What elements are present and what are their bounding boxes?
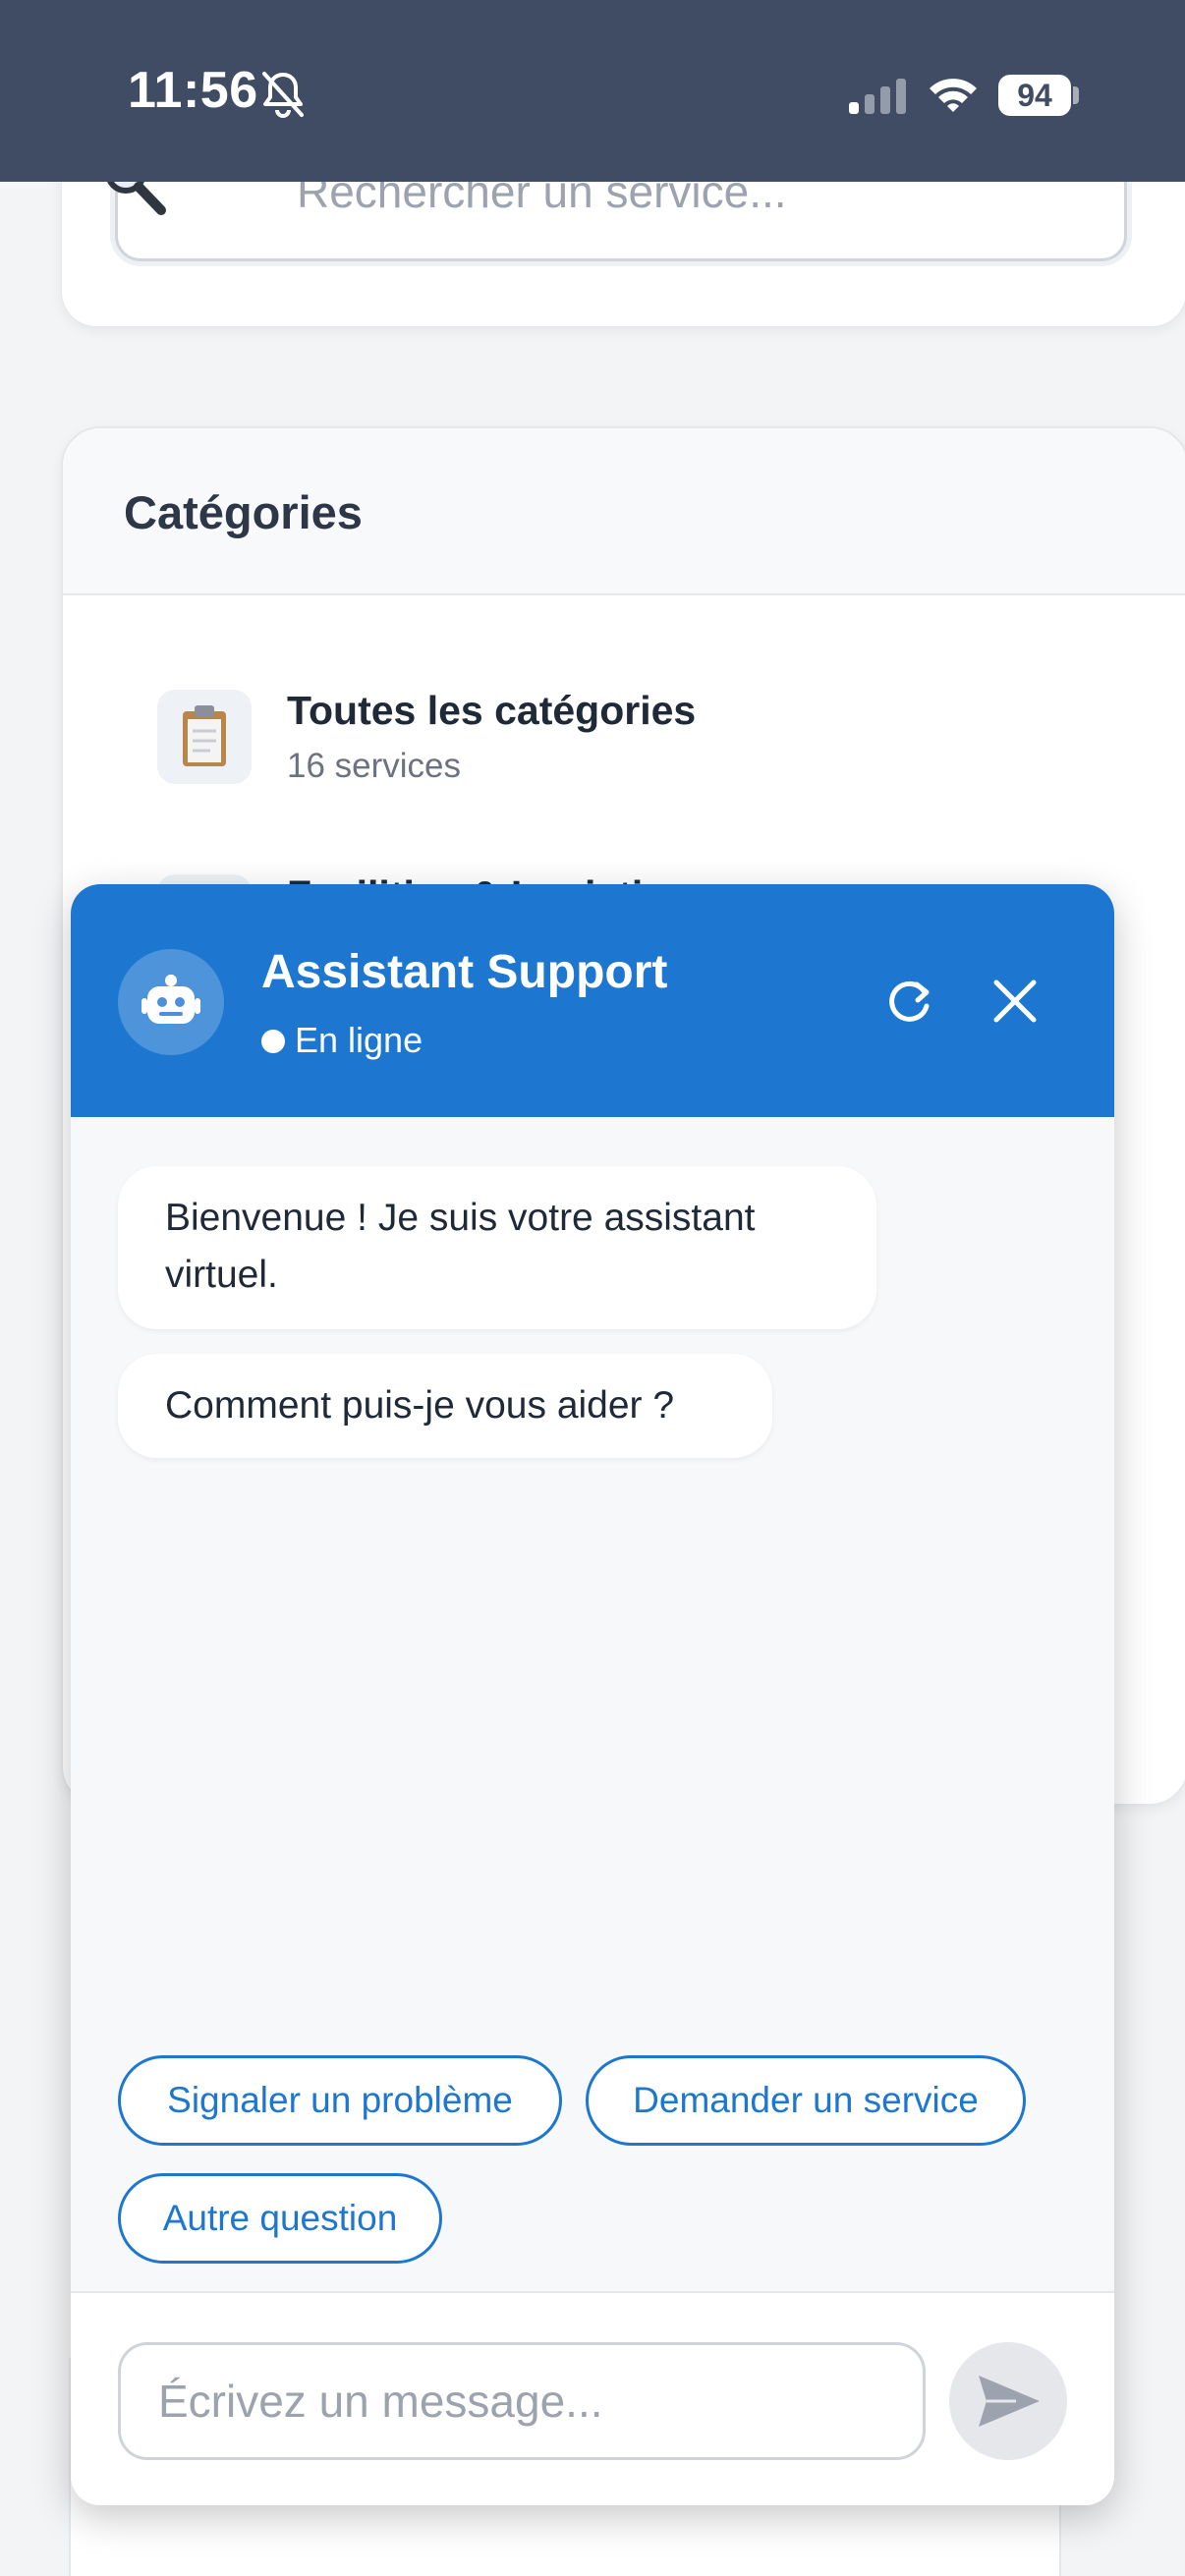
online-status-dot [261, 1030, 285, 1053]
clipboard-icon [157, 690, 252, 784]
message-input-bar [71, 2291, 1114, 2505]
close-icon[interactable] [981, 967, 1049, 1036]
message-input[interactable] [118, 2342, 926, 2460]
wifi-icon [930, 79, 977, 112]
categories-header: Catégories [63, 428, 1185, 595]
bot-message: Bienvenue ! Je suis votre assistant virt… [118, 1166, 876, 1329]
send-button[interactable] [949, 2342, 1067, 2460]
category-item-label[interactable]: Toutes les catégories [287, 688, 696, 734]
battery-icon: 94 [998, 75, 1071, 116]
chat-title: Assistant Support [261, 946, 668, 998]
page: 11:56 94 Rechercher un service... Catégo… [0, 0, 1185, 2576]
status-bar: 11:56 94 [0, 0, 1185, 182]
bell-slash-icon [262, 72, 304, 118]
chat-header: Assistant Support En ligne [71, 884, 1114, 1117]
quick-reply-report-problem[interactable]: Signaler un problème [118, 2055, 562, 2146]
categories-title: Catégories [124, 486, 363, 538]
category-item-count: 16 services [287, 747, 462, 785]
bot-message: Comment puis-je vous aider ? [118, 1354, 772, 1458]
quick-reply-request-service[interactable]: Demander un service [586, 2055, 1026, 2146]
cellular-signal-icon [849, 79, 906, 114]
robot-icon [118, 949, 224, 1055]
chat-status: En ligne [295, 1020, 423, 1060]
quick-reply-other-question[interactable]: Autre question [118, 2173, 442, 2264]
send-icon [979, 2376, 1040, 2427]
refresh-icon[interactable] [875, 967, 943, 1036]
battery-tip [1073, 86, 1079, 104]
chat-widget: Assistant Support En ligne Bienvenue ! J… [71, 884, 1114, 2505]
status-time: 11:56 [128, 62, 258, 119]
